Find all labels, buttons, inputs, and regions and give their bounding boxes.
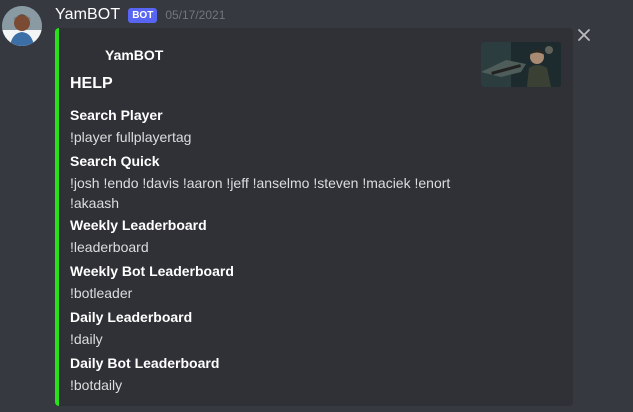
username[interactable]: YamBOT bbox=[55, 6, 120, 24]
field-daily-leaderboard: Daily Leaderboard !daily bbox=[70, 308, 470, 349]
field-value: !leaderboard bbox=[70, 239, 149, 255]
field-name: Weekly Leaderboard bbox=[70, 217, 207, 233]
field-value: !player fullplayertag bbox=[70, 129, 192, 145]
timestamp: 05/17/2021 bbox=[165, 8, 226, 22]
embed-author: YamBOT bbox=[105, 47, 164, 63]
field-search-player: Search Player !player fullplayertag bbox=[70, 106, 470, 147]
discord-message-view: YamBOT BOT 05/17/2021 YamBOT HELP Search… bbox=[0, 0, 633, 412]
avatar[interactable] bbox=[2, 6, 42, 46]
field-value: !daily bbox=[70, 331, 103, 347]
message-header: YamBOT BOT 05/17/2021 bbox=[55, 4, 225, 26]
close-button[interactable] bbox=[576, 27, 592, 43]
embed-thumbnail[interactable] bbox=[481, 42, 561, 87]
field-weekly-bot-leaderboard: Weekly Bot Leaderboard !botleader bbox=[70, 262, 470, 303]
field-name: Search Quick bbox=[70, 153, 160, 169]
avatar-image bbox=[2, 6, 42, 46]
field-name: Weekly Bot Leaderboard bbox=[70, 263, 234, 279]
thumbnail-image bbox=[481, 42, 561, 87]
field-weekly-leaderboard: Weekly Leaderboard !leaderboard bbox=[70, 216, 470, 257]
field-name: Search Player bbox=[70, 107, 163, 123]
field-search-quick: Search Quick !josh !endo !davis !aaron !… bbox=[70, 152, 470, 213]
field-value: !botdaily bbox=[70, 377, 123, 393]
embed-title: HELP bbox=[70, 75, 113, 92]
field-daily-bot-leaderboard: Daily Bot Leaderboard !botdaily bbox=[70, 354, 470, 395]
field-value: !botleader bbox=[70, 285, 133, 301]
field-name: Daily Bot Leaderboard bbox=[70, 355, 220, 371]
close-icon bbox=[578, 29, 590, 41]
field-name: Daily Leaderboard bbox=[70, 309, 193, 325]
field-value: !josh !endo !davis !aaron !jeff !anselmo… bbox=[70, 175, 451, 211]
embed: YamBOT HELP Search Player !player fullpl… bbox=[55, 28, 573, 406]
bot-badge: BOT bbox=[128, 7, 158, 23]
